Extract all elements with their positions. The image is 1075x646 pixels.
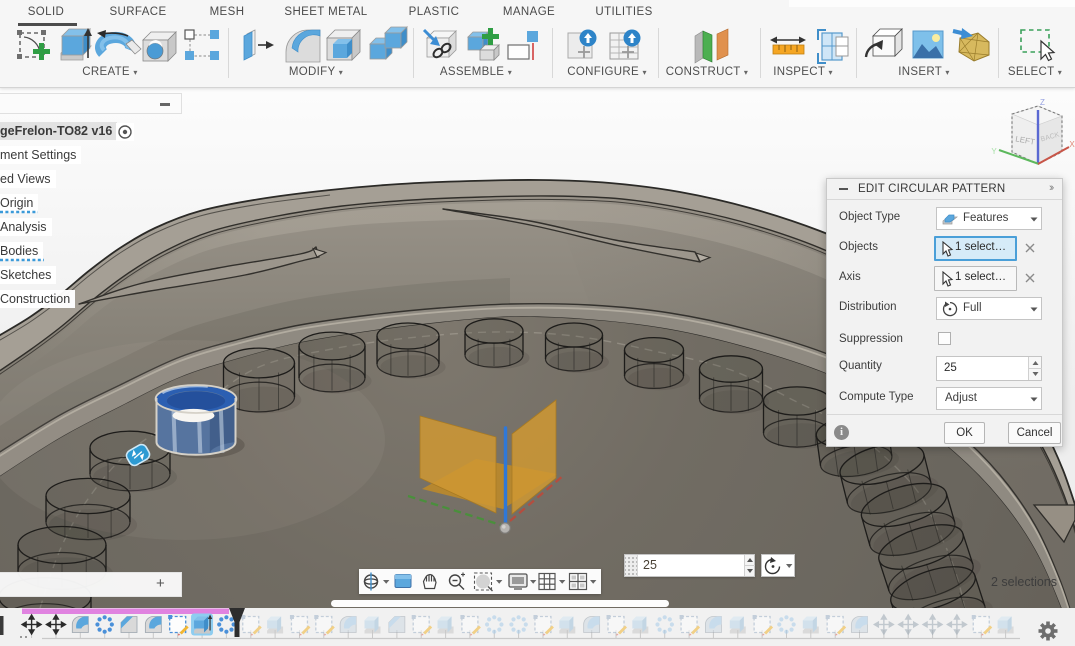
svg-text:X: X bbox=[1069, 140, 1075, 149]
svg-text:Y: Y bbox=[991, 147, 997, 156]
svg-text:Z: Z bbox=[1040, 98, 1045, 107]
